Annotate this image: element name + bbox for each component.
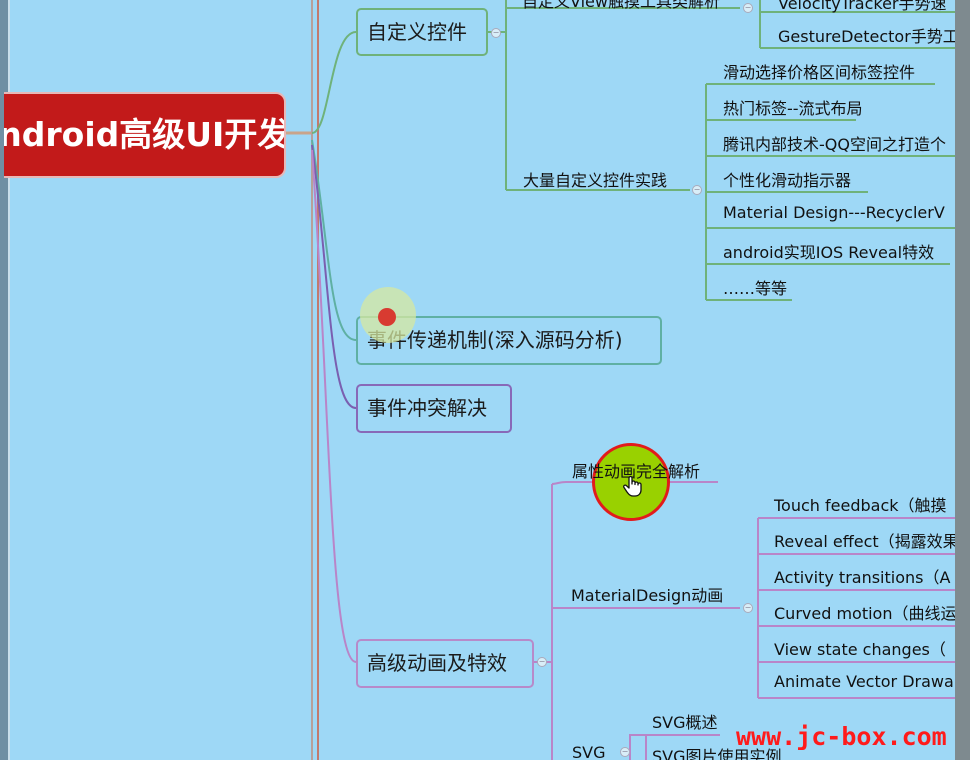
leaf-svg[interactable]: SVG: [572, 743, 606, 760]
leaf-material-item[interactable]: Curved motion（曲线运: [774, 600, 956, 624]
leaf-material-item[interactable]: Activity transitions（A: [774, 564, 950, 588]
leaf-velocity-tracker[interactable]: VelocityTracker手势速: [778, 0, 947, 14]
hand-pointer-icon: [623, 475, 642, 497]
leaf-gesture-detector[interactable]: GestureDetector手势工: [778, 23, 959, 47]
root-node-label: android高级UI开发: [4, 115, 286, 154]
leaf-touch-tool-parse[interactable]: 自定义View触摸工具类解析: [522, 0, 720, 12]
root-node[interactable]: android高级UI开发: [4, 92, 286, 178]
site-watermark: www.jc-box.com: [736, 722, 947, 751]
leaf-practice-item[interactable]: 腾讯内部技术-QQ空间之打造个: [723, 131, 946, 155]
leaf-practice-item[interactable]: 个性化滑动指示器: [723, 167, 851, 191]
leaf-material-design[interactable]: MaterialDesign动画: [571, 582, 723, 606]
leaf-practice-item[interactable]: ……等等: [723, 275, 787, 299]
collapse-toggle-icon[interactable]: −: [743, 3, 753, 13]
leaf-practice-item[interactable]: 滑动选择价格区间标签控件: [723, 59, 915, 83]
leaf-material-item[interactable]: Animate Vector Drawa: [774, 672, 954, 691]
leaf-practice-item[interactable]: 热门标签--流式布局: [723, 95, 863, 119]
node-advanced-animation-label: 高级动画及特效: [367, 651, 507, 675]
leaf-practice-item[interactable]: Material Design---RecyclerV: [723, 203, 945, 222]
collapse-toggle-icon[interactable]: −: [692, 185, 702, 195]
collapse-toggle-icon[interactable]: −: [743, 603, 753, 613]
node-event-conflict-label: 事件冲突解决: [367, 396, 487, 420]
leaf-material-item[interactable]: Reveal effect（揭露效果: [774, 528, 959, 552]
leaf-practice-item[interactable]: android实现IOS Reveal特效: [723, 239, 934, 263]
right-scrollbar[interactable]: [955, 0, 970, 760]
collapse-toggle-icon[interactable]: −: [537, 657, 547, 667]
node-custom-widgets-label: 自定义控件: [367, 20, 467, 44]
leaf-svg-item[interactable]: SVG概述: [652, 709, 718, 733]
collapse-toggle-icon[interactable]: −: [620, 747, 630, 757]
leaf-material-item[interactable]: Touch feedback（触摸: [774, 492, 947, 516]
leaf-custom-practice[interactable]: 大量自定义控件实践: [523, 167, 667, 191]
node-event-conflict[interactable]: 事件冲突解决: [356, 384, 512, 433]
leaf-material-item[interactable]: View state changes（: [774, 636, 946, 660]
node-advanced-animation[interactable]: 高级动画及特效: [356, 639, 534, 688]
collapse-toggle-icon[interactable]: −: [491, 28, 501, 38]
node-custom-widgets[interactable]: 自定义控件: [356, 8, 488, 56]
click-indicator-dot: [378, 308, 396, 326]
mindmap-canvas[interactable]: android高级UI开发 自定义控件 − 自定义View触摸工具类解析 − V…: [0, 0, 970, 760]
